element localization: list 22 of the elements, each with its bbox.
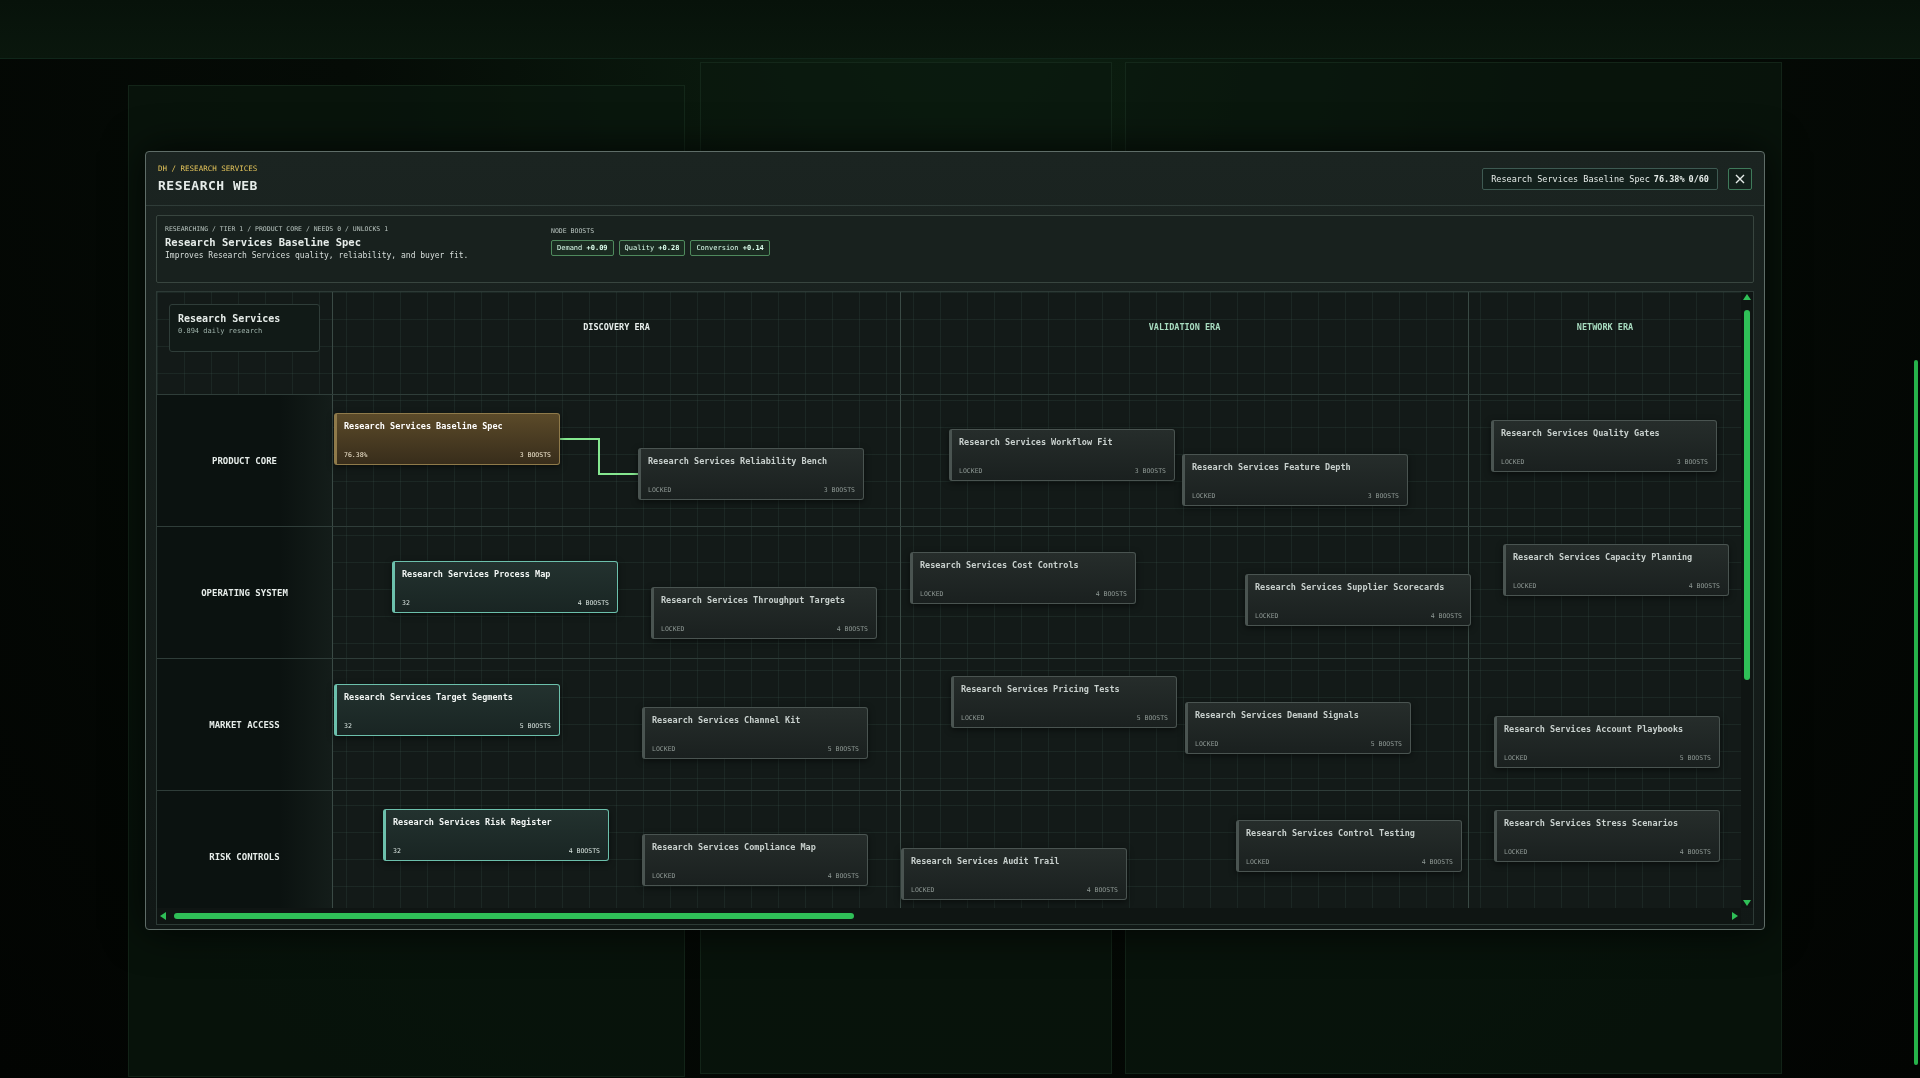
window-title: RESEARCH WEB [158,178,259,193]
scroll-thumb[interactable] [174,913,854,919]
scroll-up-icon[interactable] [1743,294,1751,300]
node-description: Improves Research Services quality, reliability, and buyer fit. [165,251,470,260]
era-header: NETWORK ERA [1576,322,1634,334]
close-icon [1735,173,1745,184]
lane-label: PRODUCT CORE [212,455,277,466]
vertical-scrollbar[interactable] [1741,292,1753,908]
horizontal-scrollbar[interactable] [157,908,1741,924]
lane-label: OPERATING SYSTEM [201,587,288,598]
era-header: DISCOVERY ERA [583,322,650,334]
lane-label: RISK CONTROLS [209,851,280,862]
current-research-chip: Research Services Baseline Spec 76.38% 0/60 [1482,167,1718,190]
scroll-left-icon[interactable] [160,912,166,920]
page-scrollbar[interactable] [1914,360,1918,1065]
close-button[interactable] [1728,167,1752,190]
scroll-right-icon[interactable] [1732,912,1738,920]
node-title: Research Services Baseline Spec [165,236,362,248]
scroll-down-icon[interactable] [1743,900,1751,906]
lane-label: MARKET ACCESS [209,719,280,730]
scroll-thumb[interactable] [1744,310,1750,680]
era-header: VALIDATION ERA [1148,322,1221,334]
